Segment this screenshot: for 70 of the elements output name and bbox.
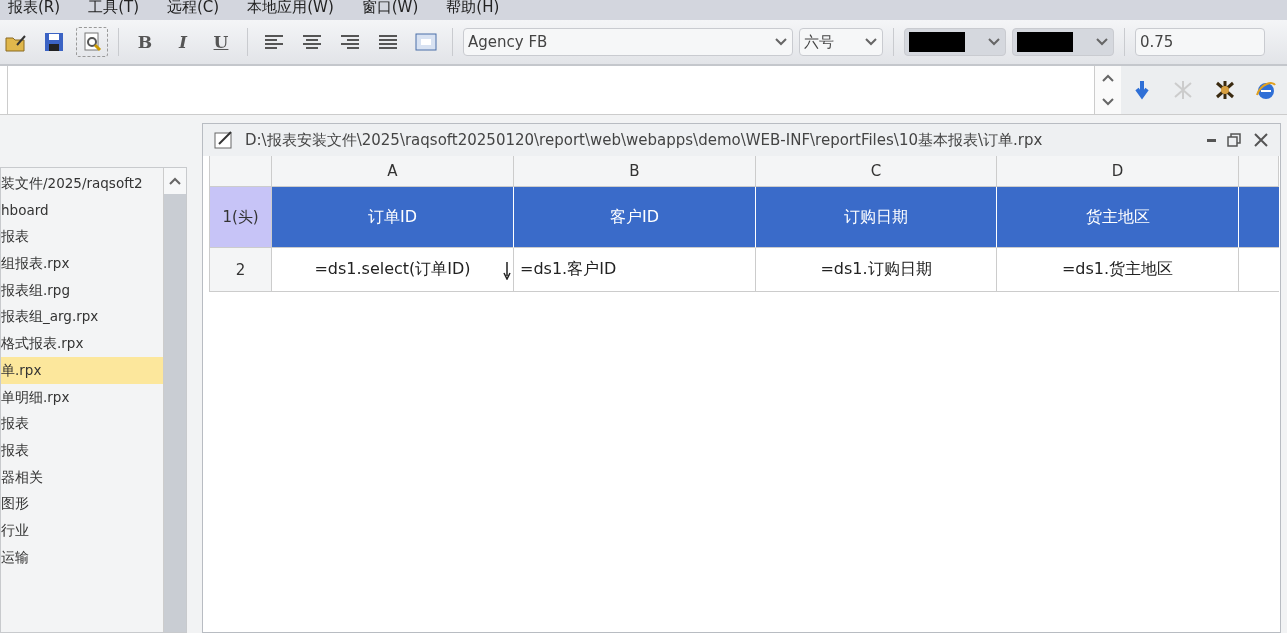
align-center-icon xyxy=(301,32,323,52)
background-color-select[interactable] xyxy=(1012,28,1114,56)
tree-item[interactable]: 单明细.rpx xyxy=(1,383,163,411)
tree-item[interactable]: 图形 xyxy=(1,490,163,517)
table-cell[interactable]: =ds1.select(订单ID) xyxy=(272,248,514,292)
edit-sheet-icon xyxy=(213,129,235,151)
globe-icon xyxy=(1255,79,1278,101)
font-color-select[interactable] xyxy=(904,28,1006,56)
chevron-down-icon xyxy=(987,37,1001,47)
column-header[interactable]: A xyxy=(272,156,514,187)
table-cell[interactable]: =ds1.货主地区 xyxy=(997,248,1239,292)
chevron-down-icon xyxy=(864,37,878,47)
menu-item[interactable]: 报表(R) xyxy=(8,0,61,15)
print-preview-button[interactable] xyxy=(76,27,108,57)
align-justify-icon xyxy=(377,32,399,52)
italic-button[interactable]: I xyxy=(167,27,199,57)
table-cell[interactable]: 货主地区 xyxy=(997,187,1239,248)
font-select[interactable]: Agency FB xyxy=(463,28,793,56)
tree-item[interactable]: 报表组_arg.rpx xyxy=(1,303,163,331)
tree-item[interactable]: 运输 xyxy=(1,543,163,571)
chevron-down-icon xyxy=(774,37,788,47)
menu-item[interactable]: 窗口(W) xyxy=(361,0,419,15)
table-cell[interactable]: 客户ID xyxy=(514,187,756,248)
chevron-up-icon xyxy=(168,176,182,186)
tree-item[interactable]: 组报表.rpx xyxy=(1,250,163,277)
table-icon xyxy=(415,31,437,53)
menu-item[interactable]: 帮助(H) xyxy=(446,0,500,15)
close-icon xyxy=(1252,132,1270,148)
window-title: D:\报表安装文件\2025\raqsoft20250120\report\web\webapps\demo\WEB-INF\reportFiles\10基本报表\订单.rpx xyxy=(245,130,1044,150)
column-header[interactable]: D xyxy=(997,156,1239,187)
tree-item[interactable]: 报表 xyxy=(1,223,163,251)
chevron-down-icon xyxy=(1101,97,1115,107)
tree-item[interactable]: 行业 xyxy=(1,516,163,544)
color-swatch xyxy=(909,32,965,52)
tree-item[interactable]: 装文件/2025/raqsoft2 xyxy=(1,170,163,197)
menu-item[interactable]: 工具(T) xyxy=(88,0,139,15)
zoom-field[interactable]: 0.75 xyxy=(1135,28,1265,56)
align-left-icon xyxy=(263,32,285,52)
minimize-icon xyxy=(1207,138,1216,142)
table-cell[interactable]: =ds1.订购日期 xyxy=(756,248,997,292)
sparkle-icon xyxy=(1213,79,1236,101)
align-right-icon xyxy=(339,32,361,52)
tree-item[interactable]: 报表 xyxy=(1,410,163,437)
restore-icon xyxy=(1226,132,1242,148)
tree-item[interactable]: 单.rpx xyxy=(1,356,163,384)
menu-item[interactable]: 本地应用(W) xyxy=(247,0,334,15)
chevron-up-icon xyxy=(1101,73,1115,83)
column-header[interactable]: C xyxy=(756,156,997,187)
bold-button[interactable]: B xyxy=(129,27,161,57)
table-cell[interactable]: 订购日期 xyxy=(756,187,997,248)
tree-item[interactable]: 报表 xyxy=(1,436,163,464)
table-cell[interactable]: =ds1.客户ID xyxy=(514,248,756,292)
magnifier-page-icon xyxy=(81,31,103,53)
chevron-down-icon xyxy=(1095,37,1109,47)
font-size-select[interactable]: 六号 xyxy=(799,28,883,56)
tree-item[interactable]: 报表组.rpg xyxy=(1,276,163,304)
row-header[interactable]: 1(头) xyxy=(210,187,272,248)
menu-item[interactable]: 远程(C) xyxy=(167,0,220,15)
table-cell[interactable]: 订单ID xyxy=(272,187,514,248)
save-icon xyxy=(43,31,65,53)
row-header[interactable]: 2 xyxy=(210,248,272,292)
scroll-up-button[interactable] xyxy=(164,168,186,194)
color-swatch xyxy=(1017,32,1073,52)
tree-item[interactable]: hboard xyxy=(1,196,163,224)
tree-item[interactable]: 器相关 xyxy=(1,463,163,491)
column-header[interactable]: B xyxy=(514,156,756,187)
arrow-down-icon[interactable] xyxy=(503,262,511,280)
table-cell xyxy=(1239,187,1279,248)
tree-item[interactable]: 格式报表.rpx xyxy=(1,330,163,357)
underline-button[interactable]: U xyxy=(205,27,237,57)
